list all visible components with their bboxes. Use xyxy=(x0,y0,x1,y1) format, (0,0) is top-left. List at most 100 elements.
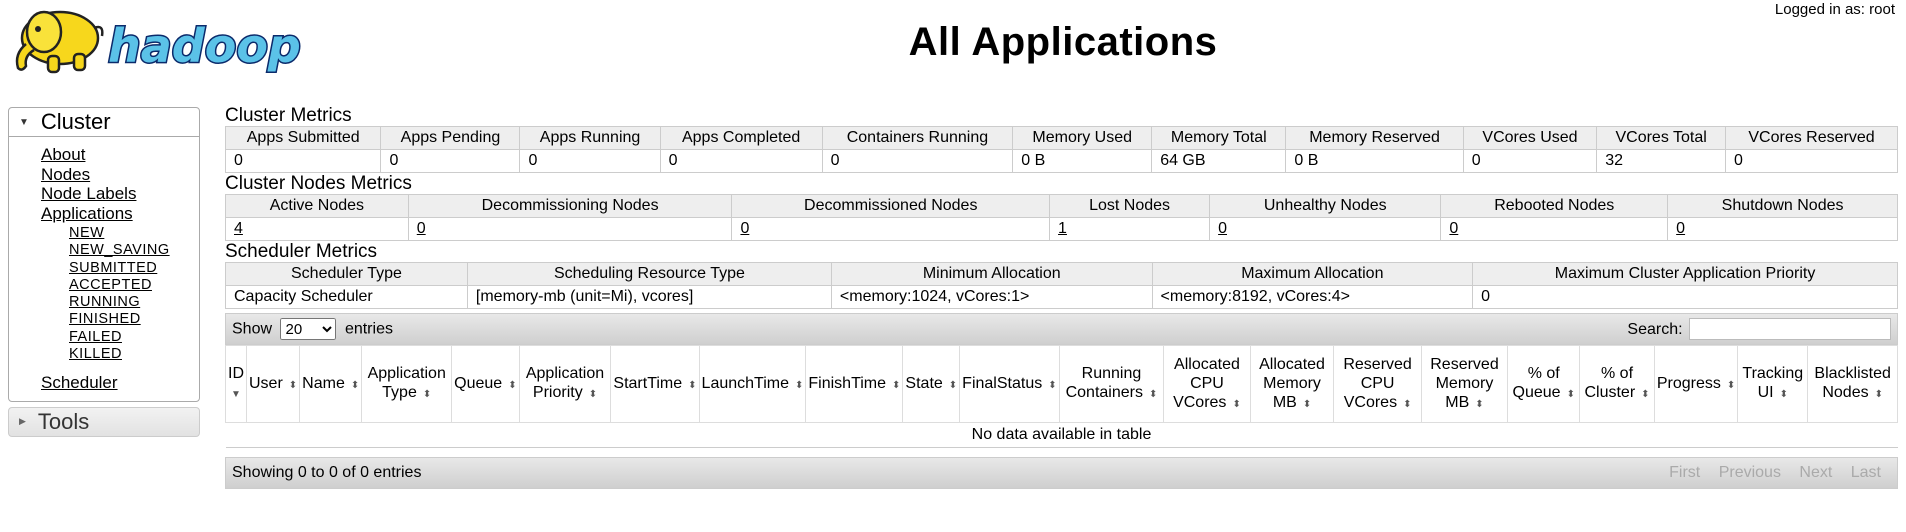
sort-descending-icon: ▼ xyxy=(231,389,241,400)
column-header[interactable]: User ⬍ xyxy=(245,345,301,423)
apps-table-toolbar: Show 20 entries Search: xyxy=(225,313,1898,345)
cluster-metric-value: 0 xyxy=(1725,149,1898,173)
cluster-metric-header: VCores Used xyxy=(1462,126,1598,150)
scheduler-metric-value: <memory:8192, vCores:4> xyxy=(1151,285,1474,309)
cluster-metric-value: 0 B xyxy=(1285,149,1464,173)
sort-icon: ⬍ xyxy=(1641,389,1650,400)
column-header[interactable]: Running Containers ⬍ xyxy=(1058,345,1165,423)
column-header[interactable]: Name ⬍ xyxy=(299,345,363,423)
nav-state-new-saving[interactable]: NEW_SAVING xyxy=(69,242,199,259)
column-header[interactable]: State ⬍ xyxy=(902,345,961,423)
empty-message: No data available in table xyxy=(225,422,1898,448)
nav-state-running[interactable]: RUNNING xyxy=(69,294,199,311)
cluster-metric-value: 64 GB xyxy=(1151,149,1287,173)
pager-previous-button[interactable]: Previous xyxy=(1719,464,1781,481)
cluster-accordion: ▼ Cluster About Nodes Node Labels Applic… xyxy=(8,107,200,402)
cluster-metric-value: 0 xyxy=(659,149,823,173)
cluster-metrics-header-row: Apps Submitted Apps Pending Apps Running Ap… xyxy=(224,126,1898,150)
scheduler-metric-header: Scheduler Type xyxy=(225,262,468,286)
column-header[interactable]: FinalStatus ⬍ xyxy=(959,345,1060,423)
sort-icon: ⬍ xyxy=(1726,379,1736,391)
apps-table-wrapper: Show 20 entries Search: ID ▼ User ⬍ Name ⬍ App… xyxy=(225,313,1898,489)
cluster-metric-value: 0 xyxy=(519,149,661,173)
column-header[interactable]: ID ▼ xyxy=(225,345,247,423)
column-header[interactable]: Application Type ⬍ xyxy=(361,345,453,423)
logged-in-user: Logged in as: root xyxy=(1774,1,1895,18)
column-header-label: FinishTime xyxy=(808,374,887,392)
scheduler-metrics-title: Scheduler Metrics xyxy=(225,241,378,262)
column-header-label: LaunchTime xyxy=(701,374,789,392)
nav-state-submitted[interactable]: SUBMITTED xyxy=(69,260,199,277)
nodes-metric-value-link[interactable]: 1 xyxy=(1058,220,1067,237)
nav-state-finished[interactable]: FINISHED xyxy=(69,311,199,328)
sort-icon: ⬍ xyxy=(1475,398,1484,410)
column-header[interactable]: Tracking UI ⬍ xyxy=(1737,345,1809,423)
column-header-label: Running Containers xyxy=(1065,365,1143,401)
cluster-metric-header: Apps Running xyxy=(519,126,661,150)
column-header[interactable]: Allocated CPU VCores ⬍ xyxy=(1163,345,1251,423)
nav-scheduler[interactable]: Scheduler xyxy=(41,373,199,393)
column-header[interactable]: Reserved CPU VCores ⬍ xyxy=(1333,345,1422,423)
column-header[interactable]: Progress ⬍ xyxy=(1653,345,1739,423)
nodes-metrics-header-row: Active Nodes Decommissioning Nodes Decommi… xyxy=(225,194,1898,218)
column-header[interactable]: Application Priority ⬍ xyxy=(518,345,612,423)
nav-state-accepted[interactable]: ACCEPTED xyxy=(69,277,199,294)
column-header[interactable]: % of Queue ⬍ xyxy=(1507,345,1581,423)
pager-last-button[interactable]: Last xyxy=(1851,464,1881,481)
cluster-metric-value: 0 B xyxy=(1012,149,1153,173)
scheduler-metric-header: Maximum Allocation xyxy=(1151,262,1474,286)
sort-icon: ⬍ xyxy=(688,379,697,391)
main-content: Cluster Metrics Apps Submitted Apps Pendi… xyxy=(224,105,1898,489)
column-header[interactable]: Allocated Memory MB ⬍ xyxy=(1249,345,1335,423)
column-header[interactable]: StartTime ⬍ xyxy=(610,345,700,423)
nodes-metric-value-link[interactable]: 0 xyxy=(417,220,426,237)
nodes-metrics-title: Cluster Nodes Metrics xyxy=(225,173,412,194)
search-input[interactable] xyxy=(1689,318,1891,340)
cluster-menu: About Nodes Node Labels Applications NEW… xyxy=(9,137,199,401)
cluster-metric-header: Apps Submitted xyxy=(224,126,382,150)
cluster-metric-value: 0 xyxy=(821,149,1014,173)
nav-state-new[interactable]: NEW xyxy=(69,225,199,242)
column-header[interactable]: FinishTime ⬍ xyxy=(805,345,904,423)
nodes-metric-value-link[interactable]: 4 xyxy=(234,220,243,237)
cluster-accordion-header[interactable]: ▼ Cluster xyxy=(9,108,199,137)
column-header-label: Tracking UI xyxy=(1742,365,1804,401)
cluster-metric-header: Apps Pending xyxy=(380,126,521,150)
column-header[interactable]: Queue ⬍ xyxy=(451,345,520,423)
scheduler-metric-value: <memory:1024, vCores:1> xyxy=(830,285,1153,309)
page-title: All Applications xyxy=(908,20,1218,64)
sort-icon: ⬍ xyxy=(1779,389,1788,400)
cluster-metric-value: 0 xyxy=(224,149,382,173)
nav-node-labels[interactable]: Node Labels xyxy=(41,184,199,204)
cluster-metric-header: VCores Reserved xyxy=(1725,126,1898,150)
sidebar: ▼ Cluster About Nodes Node Labels Applic… xyxy=(8,107,200,437)
page-length-select[interactable]: 20 xyxy=(280,318,337,340)
nodes-metric-value-link[interactable]: 0 xyxy=(740,220,749,237)
apps-table-footer: Showing 0 to 0 of 0 entries First Previo… xyxy=(225,457,1898,489)
scheduler-metric-value: [memory-mb (unit=Mi), vcores] xyxy=(466,285,832,309)
tools-accordion-header[interactable]: ▶ Tools xyxy=(8,406,200,437)
nodes-metric-cell: 0 xyxy=(1667,217,1898,241)
column-header[interactable]: % of Cluster ⬍ xyxy=(1579,345,1655,423)
cluster-label: Cluster xyxy=(40,109,111,134)
tools-label: Tools xyxy=(37,408,90,434)
sort-icon: ⬍ xyxy=(1148,389,1158,400)
nav-applications[interactable]: Applications xyxy=(41,204,199,224)
nodes-metric-value-link[interactable]: 0 xyxy=(1218,220,1227,237)
column-header[interactable]: Blacklisted Nodes ⬍ xyxy=(1807,345,1898,423)
scheduler-metric-header: Maximum Cluster Application Priority xyxy=(1472,262,1898,286)
cluster-metric-value: 32 xyxy=(1596,149,1726,173)
pager-first-button[interactable]: First xyxy=(1669,464,1700,481)
column-header-label: Allocated CPU VCores xyxy=(1173,355,1240,411)
column-header[interactable]: LaunchTime ⬍ xyxy=(698,345,807,423)
nodes-metric-value-link[interactable]: 0 xyxy=(1676,220,1685,237)
pager-next-button[interactable]: Next xyxy=(1799,464,1832,481)
nav-state-killed[interactable]: KILLED xyxy=(69,346,199,363)
nav-about[interactable]: About xyxy=(41,145,199,165)
nav-state-failed[interactable]: FAILED xyxy=(69,329,199,346)
nodes-metric-header: Decommissioning Nodes xyxy=(407,194,733,218)
nodes-metric-value-link[interactable]: 0 xyxy=(1449,220,1458,237)
nav-nodes[interactable]: Nodes xyxy=(41,165,199,185)
column-header-label: User xyxy=(249,374,283,392)
column-header[interactable]: Reserved Memory MB ⬍ xyxy=(1420,345,1509,423)
